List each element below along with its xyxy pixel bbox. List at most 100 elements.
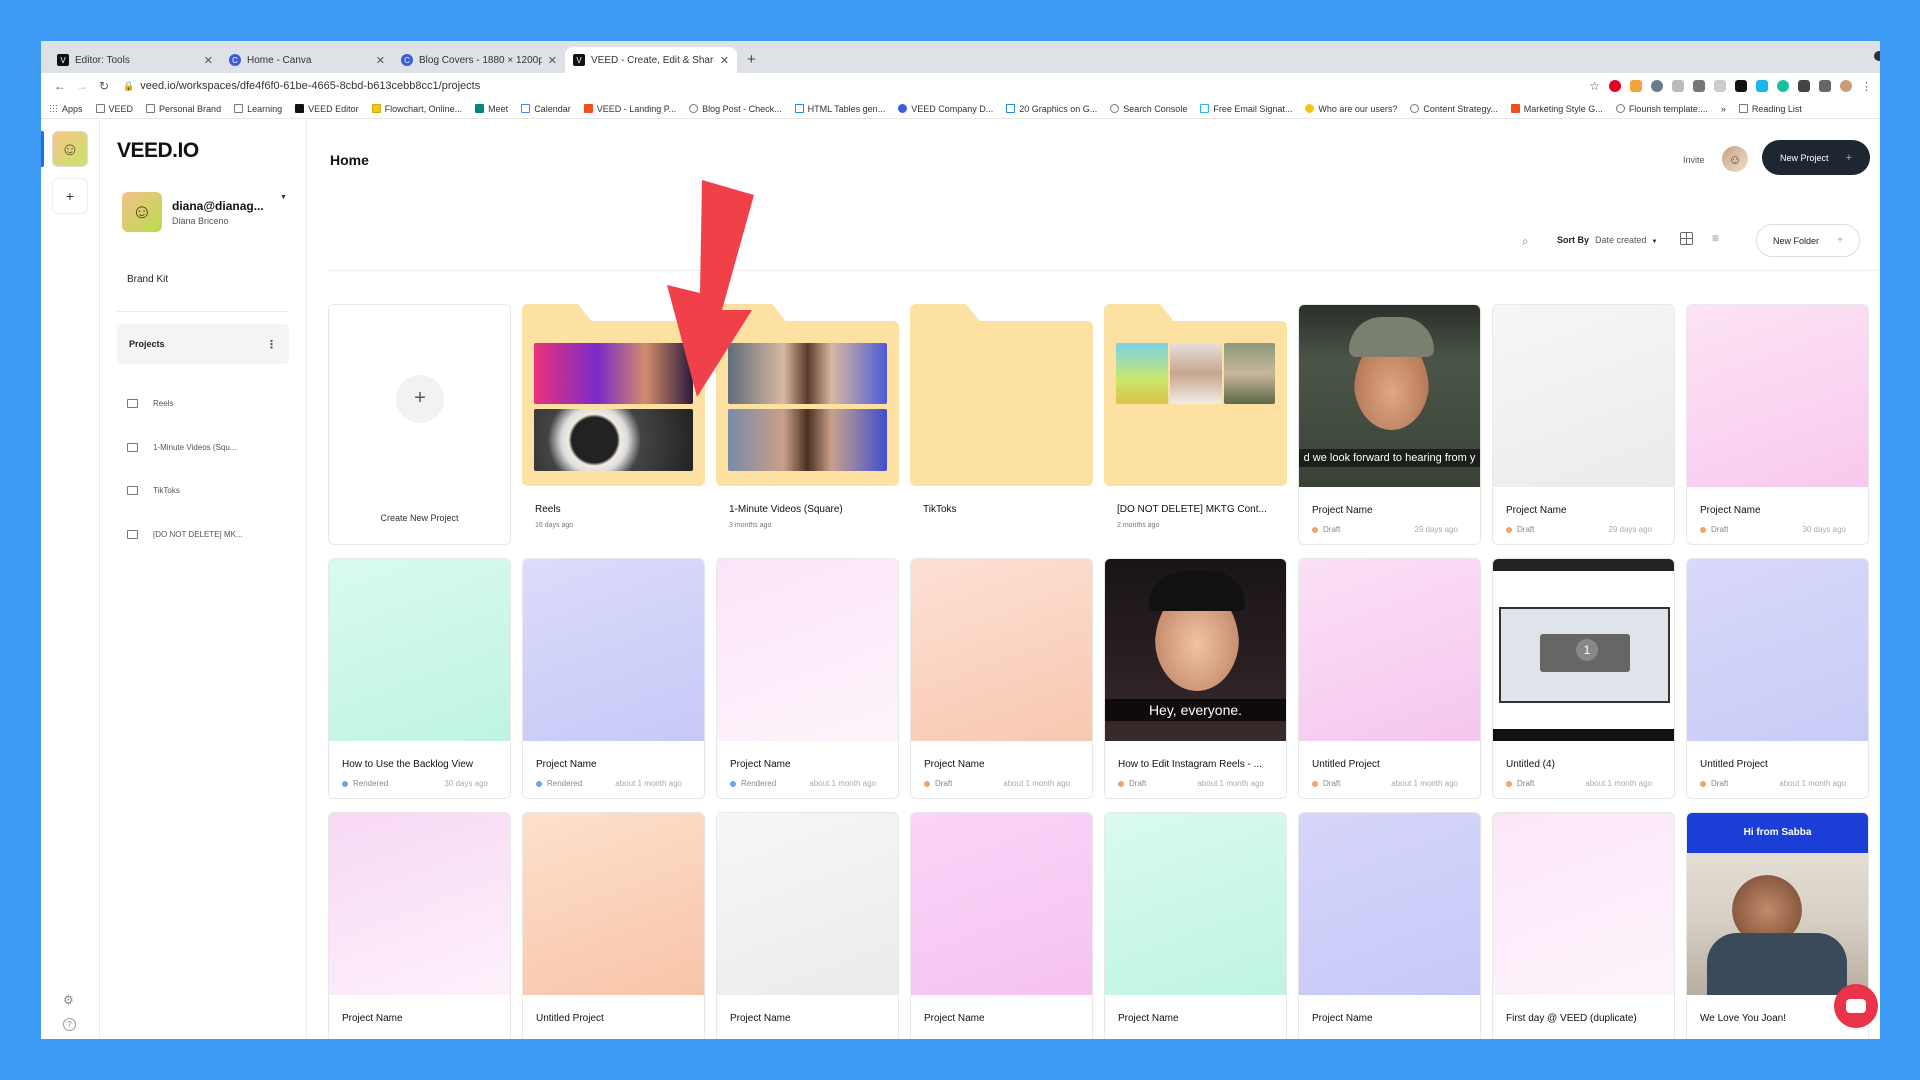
bookmark[interactable]: Meet bbox=[475, 104, 508, 114]
project-card[interactable]: 1 Untitled (4) Draft about 1 month ago bbox=[1492, 558, 1675, 799]
create-new-project-card[interactable]: + Create New Project bbox=[328, 304, 511, 545]
bookmark[interactable]: Content Strategy... bbox=[1410, 104, 1498, 114]
project-card[interactable]: How to Use the Backlog View Rendered 30 … bbox=[328, 558, 511, 799]
reload-icon[interactable]: ↻ bbox=[93, 79, 115, 93]
sidebar-folder-item[interactable]: TikToks bbox=[127, 469, 243, 513]
project-card[interactable]: Project Name Rendered about 1 month ago bbox=[716, 558, 899, 799]
extension-icon[interactable] bbox=[1672, 80, 1684, 92]
close-tab-icon[interactable]: ✕ bbox=[204, 54, 213, 67]
sidebar-folder-item[interactable]: 1-Minute Videos (Squ... bbox=[127, 426, 243, 470]
bookmark[interactable]: HTML Tables gen... bbox=[794, 104, 885, 114]
project-card[interactable]: d we look forward to hearing from y Proj… bbox=[1298, 304, 1481, 545]
list-view-icon[interactable]: ≡ bbox=[1712, 232, 1719, 244]
bookmark[interactable]: VEED - Landing P... bbox=[583, 104, 676, 114]
project-card[interactable]: Untitled Project bbox=[522, 812, 705, 1039]
more-options-icon[interactable]: ⋮ bbox=[266, 338, 277, 351]
settings-icon[interactable]: ⚙ bbox=[63, 993, 74, 1007]
puzzle-icon[interactable] bbox=[1819, 80, 1831, 92]
browser-tab[interactable]: C Home - Canva ✕ bbox=[221, 47, 393, 73]
extension-icon[interactable] bbox=[1651, 80, 1663, 92]
bookmark[interactable]: Personal Brand bbox=[146, 104, 221, 114]
project-card[interactable]: Project Name bbox=[1104, 812, 1287, 1039]
bookmark[interactable]: Flowchart, Online... bbox=[371, 104, 462, 114]
bookmark[interactable]: Calendar bbox=[521, 104, 571, 114]
bookmark[interactable]: Search Console bbox=[1110, 104, 1187, 114]
new-tab-button[interactable]: + bbox=[737, 47, 766, 73]
pinterest-extension-icon[interactable] bbox=[1609, 80, 1621, 92]
window-control-icon[interactable] bbox=[1874, 51, 1880, 61]
grammarly-extension-icon[interactable] bbox=[1777, 80, 1789, 92]
bookmark[interactable]: 20 Graphics on G... bbox=[1006, 104, 1097, 114]
bookmark[interactable]: VEED Editor bbox=[295, 104, 359, 114]
menu-icon[interactable]: ⋮ bbox=[1861, 80, 1872, 93]
bookmark[interactable]: Learning bbox=[234, 104, 282, 114]
profile-avatar[interactable] bbox=[1840, 80, 1852, 92]
back-icon[interactable]: ← bbox=[49, 79, 71, 93]
dropdown-caret-icon[interactable]: ▼ bbox=[280, 194, 287, 201]
bookmark[interactable]: Who are our users? bbox=[1305, 104, 1397, 114]
project-card[interactable]: Untitled Project Draft about 1 month ago bbox=[1686, 558, 1869, 799]
canva-favicon-icon: C bbox=[229, 54, 241, 66]
chat-support-button[interactable] bbox=[1834, 984, 1878, 1028]
bookmark[interactable]: VEED Company D... bbox=[898, 104, 993, 114]
close-tab-icon[interactable]: ✕ bbox=[720, 54, 729, 67]
new-folder-button[interactable]: New Folder + bbox=[1756, 224, 1860, 257]
video-caption: d we look forward to hearing from y bbox=[1299, 449, 1480, 467]
extension-icon[interactable] bbox=[1714, 80, 1726, 92]
add-workspace-button[interactable]: + bbox=[52, 178, 88, 214]
folder-title: Reels bbox=[535, 504, 561, 515]
project-card[interactable]: Untitled Project Draft about 1 month ago bbox=[1298, 558, 1481, 799]
star-icon[interactable]: ☆ bbox=[1589, 79, 1600, 93]
browser-tab-active[interactable]: V VEED - Create, Edit & Share V ✕ bbox=[565, 47, 737, 73]
project-card[interactable]: Project Name bbox=[910, 812, 1093, 1039]
extension-icon[interactable] bbox=[1798, 80, 1810, 92]
sidebar-folder-item[interactable]: [DO NOT DELETE] MK... bbox=[127, 513, 243, 557]
project-card[interactable]: Project Name Draft 30 days ago bbox=[1686, 304, 1869, 545]
bookmark[interactable]: Marketing Style G... bbox=[1510, 104, 1603, 114]
folder-card[interactable]: TikToks bbox=[910, 304, 1093, 545]
more-bookmarks-button[interactable]: » bbox=[1721, 104, 1726, 114]
projects-nav-item[interactable]: Projects ⋮ bbox=[117, 324, 289, 364]
extension-icon[interactable] bbox=[1630, 80, 1642, 92]
project-card[interactable]: Project Name Rendered about 1 month ago bbox=[522, 558, 705, 799]
sidebar-folder-item[interactable]: Reels bbox=[127, 382, 243, 426]
invite-button[interactable]: Invite bbox=[1683, 155, 1705, 165]
folder-card[interactable]: [DO NOT DELETE] MKTG Cont... 2 months ag… bbox=[1104, 304, 1287, 545]
bookmark[interactable]: Blog Post - Check... bbox=[689, 104, 782, 114]
project-card[interactable]: Project Name bbox=[716, 812, 899, 1039]
veed-logo[interactable]: VEED.IO bbox=[117, 139, 199, 163]
new-project-button[interactable]: New Project + bbox=[1762, 140, 1870, 175]
bookmark-apps[interactable]: Apps bbox=[49, 104, 83, 114]
vimeo-extension-icon[interactable] bbox=[1756, 80, 1768, 92]
project-card[interactable]: Hey, everyone. How to Edit Instagram Ree… bbox=[1104, 558, 1287, 799]
veed-extension-icon[interactable] bbox=[1735, 80, 1747, 92]
project-card[interactable]: Project Name Draft about 1 month ago bbox=[910, 558, 1093, 799]
bookmark[interactable]: VEED bbox=[95, 104, 133, 114]
forward-icon[interactable]: → bbox=[71, 79, 93, 93]
url-field[interactable]: 🔒 veed.io/workspaces/dfe4f6f0-61be-4665-8… bbox=[123, 80, 1589, 92]
help-icon[interactable]: ? bbox=[63, 1018, 76, 1031]
thumbnail-image bbox=[1116, 343, 1168, 404]
project-card[interactable]: First day @ VEED (duplicate) bbox=[1492, 812, 1675, 1039]
browser-tab[interactable]: C Blog Covers - 1880 × 1200px ✕ bbox=[393, 47, 565, 73]
grid-view-icon[interactable] bbox=[1680, 232, 1693, 245]
figma-icon bbox=[583, 104, 593, 113]
member-avatar[interactable]: ☺ bbox=[1722, 146, 1748, 172]
project-card[interactable]: Project Name bbox=[1298, 812, 1481, 1039]
brand-kit-link[interactable]: Brand Kit bbox=[127, 274, 168, 285]
project-card[interactable]: Project Name Draft 29 days ago bbox=[1492, 304, 1675, 545]
browser-tab[interactable]: V Editor: Tools ✕ bbox=[49, 47, 221, 73]
workspace-avatar[interactable]: ☺ bbox=[52, 131, 88, 167]
sort-dropdown[interactable]: Sort By Date created ▼ bbox=[1557, 235, 1658, 245]
project-card[interactable]: Project Name bbox=[328, 812, 511, 1039]
close-tab-icon[interactable]: ✕ bbox=[548, 54, 557, 67]
bookmark[interactable]: Free Email Signat... bbox=[1200, 104, 1292, 114]
user-menu[interactable]: ☺ diana@dianag... Diana Briceno ▼ bbox=[122, 192, 287, 232]
close-tab-icon[interactable]: ✕ bbox=[376, 54, 385, 67]
search-icon[interactable]: ⌕ bbox=[1522, 234, 1529, 249]
bookmark[interactable]: Flourish template:... bbox=[1615, 104, 1708, 114]
reading-list[interactable]: Reading List bbox=[1738, 104, 1802, 114]
extension-icon[interactable] bbox=[1693, 80, 1705, 92]
graphics-icon bbox=[1006, 104, 1016, 113]
status-text: Draft bbox=[1323, 779, 1341, 788]
